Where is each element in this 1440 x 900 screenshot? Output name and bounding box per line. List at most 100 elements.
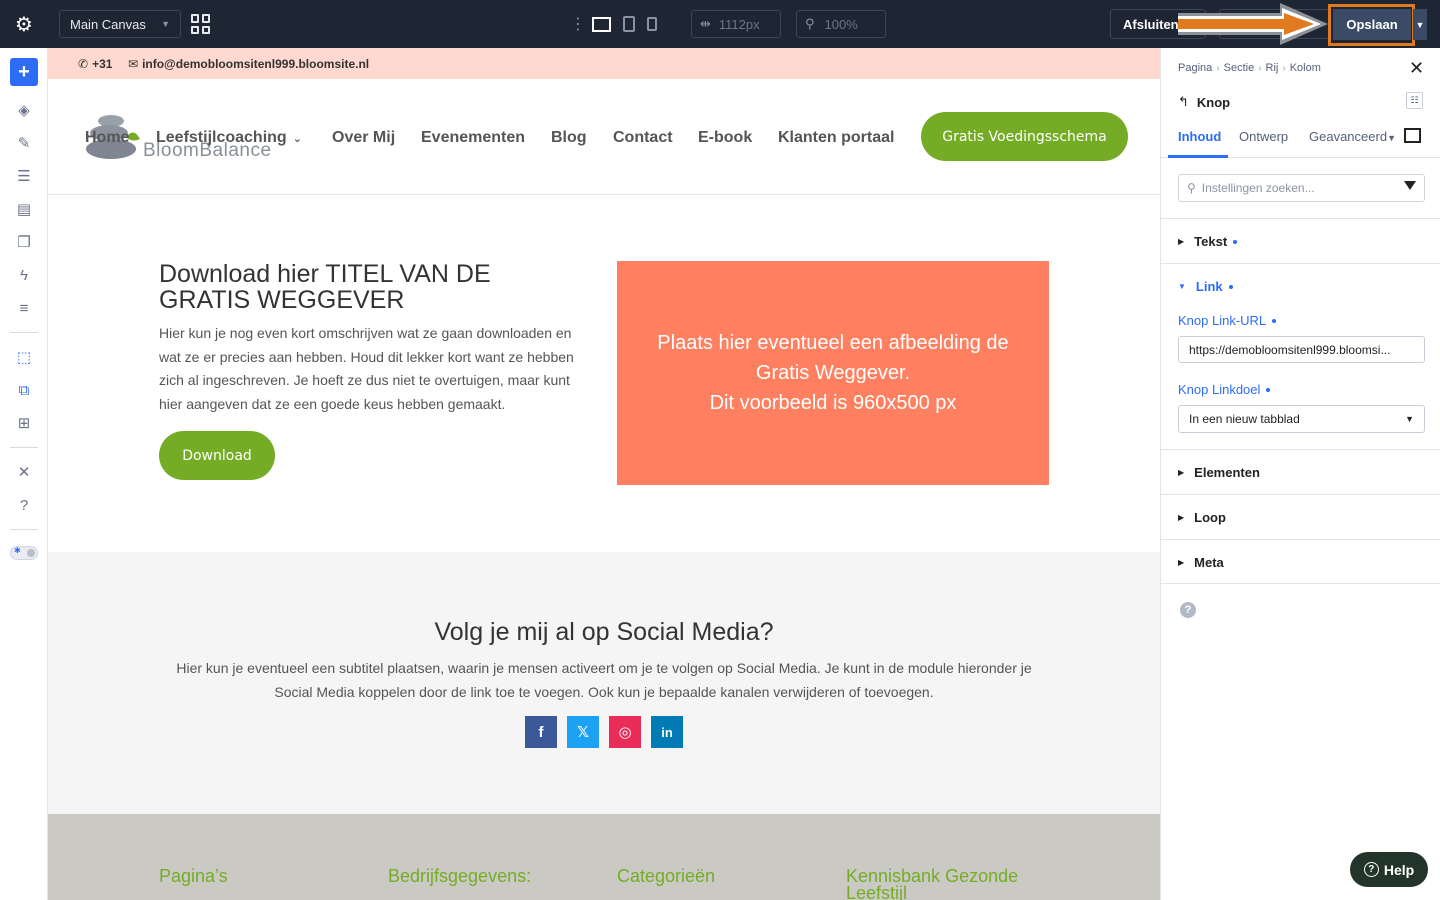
caret-down-icon: ▼ bbox=[1178, 282, 1186, 291]
help-button[interactable]: ? Help bbox=[1350, 852, 1428, 887]
chevron-down-icon: ▼ bbox=[161, 19, 170, 29]
phone-info[interactable]: ✆ +31 bbox=[78, 57, 112, 71]
modified-dot bbox=[1233, 239, 1238, 244]
sidebar-divider bbox=[10, 447, 38, 448]
portability-icon[interactable]: ⊞ bbox=[12, 411, 36, 435]
nav-item-over-mij[interactable]: Over Mij bbox=[332, 129, 395, 147]
tablet-view-icon[interactable] bbox=[623, 16, 635, 32]
breadcrumb-item-pagina[interactable]: Pagina bbox=[1178, 62, 1212, 74]
sidebar-divider bbox=[10, 529, 38, 530]
section-header[interactable]: ▼ Link bbox=[1178, 279, 1233, 294]
link-target-select[interactable]: In een nieuw tabblad ▼ bbox=[1178, 405, 1425, 433]
annotation-arrow-icon bbox=[1178, 3, 1328, 45]
close-icon[interactable]: ✕ bbox=[1409, 58, 1424, 79]
social-icons: f 𝕏 ◎ in bbox=[525, 716, 683, 748]
tab-label: Geavanceerd bbox=[1309, 129, 1388, 144]
help-label: Help bbox=[1383, 861, 1415, 878]
database-icon[interactable]: ☰ bbox=[12, 164, 36, 188]
tab-ontwerp[interactable]: Ontwerp bbox=[1239, 129, 1288, 144]
footer-heading-knowledge-base: Kennisbank Gezonde Leefstijl bbox=[846, 866, 1019, 900]
multi-select-icon[interactable]: ⧉ bbox=[12, 378, 36, 402]
nav-item-ebook[interactable]: E-book bbox=[698, 129, 752, 147]
gear-icon[interactable]: ⚙ bbox=[0, 0, 48, 48]
select-value: In een nieuw tabblad bbox=[1189, 412, 1300, 426]
nav-item-blog[interactable]: Blog bbox=[551, 129, 587, 147]
nav-item-leefstijlcoaching[interactable]: Leefstijlcoaching ⌄ bbox=[156, 129, 302, 147]
modified-dot bbox=[1272, 318, 1277, 323]
nav-item-klanten-portaal[interactable]: Klanten portaal bbox=[778, 129, 894, 147]
save-button[interactable]: Opslaan bbox=[1333, 9, 1411, 40]
caret-right-icon: ▶ bbox=[1178, 237, 1185, 246]
more-vertical-icon[interactable]: ⋮ bbox=[570, 14, 586, 34]
section-title: Tekst bbox=[1194, 234, 1228, 249]
site-footer: Pagina’s Bedrijfsgegevens: Categorieën K… bbox=[48, 814, 1160, 900]
theme-builder-icon[interactable]: ✎ bbox=[12, 131, 36, 155]
facebook-icon[interactable]: f bbox=[525, 716, 557, 748]
free-schedule-button[interactable]: Gratis Voedingsschema bbox=[921, 112, 1128, 161]
nav-item-contact[interactable]: Contact bbox=[613, 129, 673, 147]
nav-item-home[interactable]: Home bbox=[85, 129, 129, 147]
help-question-icon[interactable]: ? bbox=[12, 493, 36, 517]
save-options-chevron-icon[interactable]: ▼ bbox=[1413, 9, 1427, 40]
download-description: Hier kun je nog even kort omschrijven wa… bbox=[159, 325, 574, 412]
back-arrow-icon[interactable]: ↰ bbox=[1178, 94, 1189, 110]
placeholder-line: Dit voorbeeld is 960x500 px bbox=[709, 392, 957, 414]
email-text: info@demobloomsitenl999.bloomsite.nl bbox=[142, 57, 370, 71]
tab-inhoud[interactable]: Inhoud bbox=[1178, 129, 1221, 144]
tab-geavanceerd[interactable]: Geavanceerd▼ bbox=[1309, 129, 1396, 144]
section-header: ▶ Elementen bbox=[1178, 465, 1260, 480]
section-header: ▶ Tekst bbox=[1178, 234, 1238, 249]
section-tekst[interactable]: ▶ Tekst bbox=[1161, 218, 1440, 263]
x-twitter-icon[interactable]: 𝕏 bbox=[567, 716, 599, 748]
canvas-select-value: Main Canvas bbox=[70, 16, 146, 32]
footer-heading-pages: Pagina’s bbox=[159, 866, 228, 886]
canvas-width-input[interactable]: ⇹ 1112px bbox=[691, 10, 781, 38]
add-element-plus-icon[interactable]: + bbox=[10, 58, 38, 86]
nav-item-label: Leefstijlcoaching bbox=[156, 129, 287, 146]
forms-icon[interactable]: ▤ bbox=[12, 197, 36, 221]
section-link: ▼ Link Knop Link-URL https://demobloomsi… bbox=[1161, 263, 1440, 449]
dark-mode-toggle[interactable]: ✱ bbox=[10, 546, 38, 560]
section-loop[interactable]: ▶ Loop bbox=[1161, 494, 1440, 539]
field-label-text: Knop Link-URL bbox=[1178, 313, 1267, 328]
expand-panel-icon[interactable] bbox=[1404, 128, 1421, 143]
link-url-input[interactable]: https://demobloomsitenl999.bloomsi... bbox=[1178, 336, 1425, 363]
grid-view-icon[interactable] bbox=[191, 14, 211, 34]
filter-icon[interactable] bbox=[1404, 181, 1416, 190]
module-options-icon[interactable]: ☷ bbox=[1406, 92, 1423, 109]
layers-icon[interactable]: ◈ bbox=[12, 98, 36, 122]
zoom-input[interactable]: ⚲ 100% bbox=[796, 10, 886, 38]
select-element-icon[interactable]: ⬚ bbox=[12, 345, 36, 369]
desktop-view-icon[interactable] bbox=[592, 16, 611, 32]
link-url-label: Knop Link-URL bbox=[1178, 313, 1277, 328]
nav-item-evenementen[interactable]: Evenementen bbox=[421, 129, 525, 147]
download-title: Download hier TITEL VAN DE GRATIS WEGGEV… bbox=[159, 260, 491, 314]
tools-icon[interactable]: ✕ bbox=[12, 460, 36, 484]
footer-heading-company: Bedrijfsgegevens: bbox=[388, 866, 532, 886]
caret-right-icon: ▶ bbox=[1178, 468, 1185, 477]
phone-view-icon[interactable] bbox=[647, 17, 657, 31]
linkedin-icon[interactable]: in bbox=[651, 716, 683, 748]
site-header: BloomBalance Home Leefstijlcoaching ⌄ Ove… bbox=[48, 79, 1160, 195]
breadcrumb-item-kolom[interactable]: Kolom bbox=[1290, 62, 1321, 74]
settings-search-input[interactable]: ⚲ Instellingen zoeken... bbox=[1178, 174, 1425, 202]
modified-dot bbox=[1266, 387, 1271, 392]
section-elementen[interactable]: ▶ Elementen bbox=[1161, 449, 1440, 494]
breadcrumb-item-rij[interactable]: Rij bbox=[1266, 62, 1279, 74]
download-button[interactable]: Download bbox=[159, 431, 275, 480]
active-tab-indicator bbox=[1168, 155, 1228, 158]
sections-icon[interactable]: ≡ bbox=[12, 296, 36, 320]
breadcrumb-item-sectie[interactable]: Sectie bbox=[1224, 62, 1255, 74]
sidebar-divider bbox=[10, 332, 38, 333]
section-title: Elementen bbox=[1194, 465, 1260, 480]
pages-icon[interactable]: ❐ bbox=[12, 230, 36, 254]
left-sidebar: + ◈ ✎ ☰ ▤ ❐ ϟ ≡ ⬚ ⧉ ⊞ ✕ ? ✱ bbox=[0, 48, 48, 900]
canvas-select[interactable]: Main Canvas ▼ bbox=[59, 10, 181, 38]
lightning-icon[interactable]: ϟ bbox=[12, 263, 36, 287]
help-question-icon[interactable]: ? bbox=[1180, 602, 1196, 618]
instagram-icon[interactable]: ◎ bbox=[609, 716, 641, 748]
email-info[interactable]: ✉ info@demobloomsitenl999.bloomsite.nl bbox=[128, 57, 369, 71]
page-canvas: ✆ +31 ✉ info@demobloomsitenl999.bloomsit… bbox=[48, 48, 1160, 900]
section-meta[interactable]: ▶ Meta bbox=[1161, 539, 1440, 584]
module-title-text: Knop bbox=[1196, 94, 1231, 110]
